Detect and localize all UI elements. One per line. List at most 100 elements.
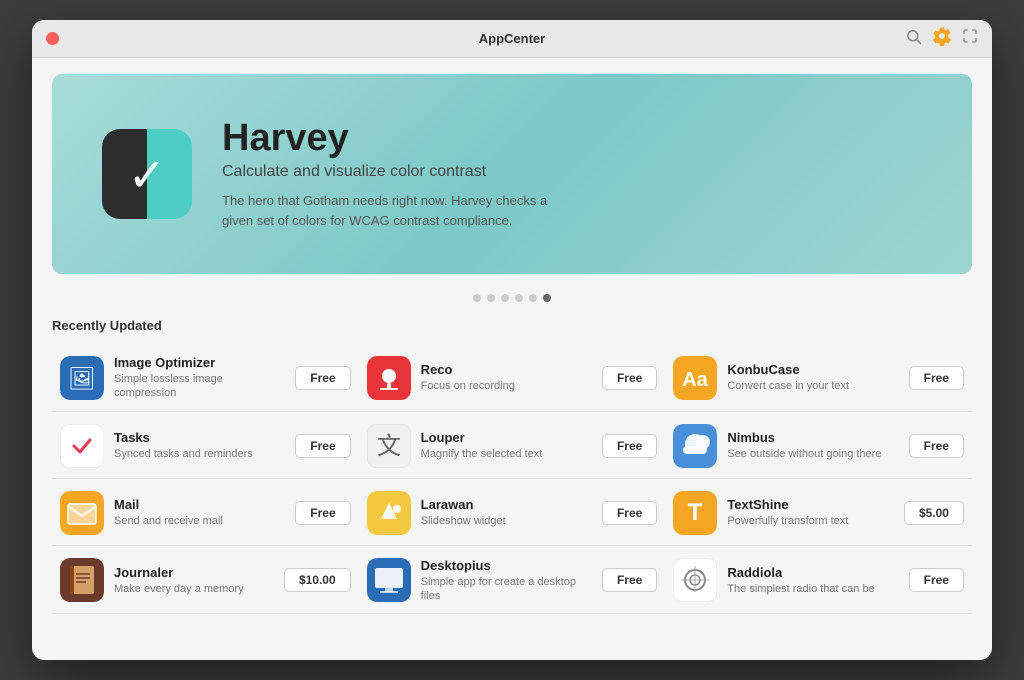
app-icon-konbucase: Aa <box>673 356 717 400</box>
hero-text: Harvey Calculate and visualize color con… <box>222 118 572 231</box>
app-desc: Magnify the selected text <box>421 447 592 461</box>
app-info: Reco Focus on recording <box>421 362 592 393</box>
app-price-button[interactable]: Free <box>909 568 964 592</box>
dot-2[interactable] <box>487 294 495 302</box>
app-name: Mail <box>114 497 285 512</box>
app-name: Raddiola <box>727 565 898 580</box>
app-item: Tasks Synced tasks and reminders Free <box>52 414 359 479</box>
app-name: Desktopius <box>421 558 592 573</box>
app-info: Journaler Make every day a memory <box>114 565 274 596</box>
main-content: ✓ Harvey Calculate and visualize color c… <box>32 58 992 660</box>
app-item: Raddiola The simplest radio that can be … <box>665 548 972 615</box>
app-info: Raddiola The simplest radio that can be <box>727 565 898 596</box>
titlebar: AppCenter <box>32 20 992 58</box>
app-item: Nimbus See outside without going there F… <box>665 414 972 479</box>
app-icon-image-optimizer: 🖼 <box>60 356 104 400</box>
app-icon-louper: 文 <box>367 424 411 468</box>
svg-text:T: T <box>688 499 703 526</box>
app-icon-mail <box>60 491 104 535</box>
app-desc: Convert case in your text <box>727 379 898 393</box>
app-info: Nimbus See outside without going there <box>727 430 898 461</box>
app-name: Tasks <box>114 430 285 445</box>
app-item: Larawan Slideshow widget Free <box>359 481 666 546</box>
app-name: Journaler <box>114 565 274 580</box>
app-price-button[interactable]: Free <box>909 434 964 458</box>
hero-subtitle: Calculate and visualize color contrast <box>222 163 572 181</box>
hero-description: The hero that Gotham needs right now. Ha… <box>222 191 572 230</box>
app-icon-larawan <box>367 491 411 535</box>
app-icon-textshine: T <box>673 491 717 535</box>
app-item: 🖼 Image Optimizer Simple lossless image … <box>52 345 359 412</box>
app-price-button[interactable]: Free <box>295 434 350 458</box>
settings-button[interactable] <box>932 26 952 52</box>
app-item: T TextShine Powerfully transform text $5… <box>665 481 972 546</box>
app-price-button[interactable]: Free <box>602 501 657 525</box>
app-desc: See outside without going there <box>727 447 898 461</box>
app-name: KonbuCase <box>727 362 898 377</box>
carousel-dots <box>52 294 972 302</box>
app-icon-reco <box>367 356 411 400</box>
app-info: KonbuCase Convert case in your text <box>727 362 898 393</box>
app-info: Tasks Synced tasks and reminders <box>114 430 285 461</box>
app-price-button[interactable]: $5.00 <box>904 501 964 525</box>
app-desc: Make every day a memory <box>114 582 274 596</box>
app-desc: Slideshow widget <box>421 514 592 528</box>
app-name: Larawan <box>421 497 592 512</box>
app-desc: Powerfully transform text <box>727 514 894 528</box>
app-icon-nimbus <box>673 424 717 468</box>
app-price-button[interactable]: Free <box>295 366 350 390</box>
app-icon-tasks <box>60 424 104 468</box>
app-desc: Simple app for create a desktop files <box>421 575 592 604</box>
svg-text:🖼: 🖼 <box>68 366 96 391</box>
app-price-button[interactable]: $10.00 <box>284 568 351 592</box>
app-item: Journaler Make every day a memory $10.00 <box>52 548 359 615</box>
app-name: Reco <box>421 362 592 377</box>
app-desc: The simplest radio that can be <box>727 582 898 596</box>
section-title: Recently Updated <box>52 318 972 333</box>
dot-1[interactable] <box>473 294 481 302</box>
app-desc: Send and receive mail <box>114 514 285 528</box>
search-button[interactable] <box>905 28 922 50</box>
app-price-button[interactable]: Free <box>602 434 657 458</box>
app-price-button[interactable]: Free <box>295 501 350 525</box>
app-name: Image Optimizer <box>114 355 285 370</box>
app-info: Mail Send and receive mail <box>114 497 285 528</box>
titlebar-actions <box>905 26 978 52</box>
fullscreen-button[interactable] <box>962 28 978 49</box>
svg-text:文: 文 <box>377 433 401 460</box>
app-item: Reco Focus on recording Free <box>359 345 666 412</box>
app-info: TextShine Powerfully transform text <box>727 497 894 528</box>
app-price-button[interactable]: Free <box>602 366 657 390</box>
app-info: Louper Magnify the selected text <box>421 430 592 461</box>
app-desc: Simple lossless image compression <box>114 372 285 401</box>
app-icon-journaler <box>60 558 104 602</box>
dot-4[interactable] <box>515 294 523 302</box>
app-info: Desktopius Simple app for create a deskt… <box>421 558 592 604</box>
harvey-icon: ✓ <box>102 129 192 219</box>
dot-5[interactable] <box>529 294 537 302</box>
app-window: AppCenter ✓ <box>32 20 992 660</box>
app-name: TextShine <box>727 497 894 512</box>
svg-text:Aa: Aa <box>683 369 709 391</box>
hero-banner: ✓ Harvey Calculate and visualize color c… <box>52 74 972 274</box>
app-icon-raddiola <box>673 558 717 602</box>
window-title: AppCenter <box>479 31 545 46</box>
apps-grid: 🖼 Image Optimizer Simple lossless image … <box>52 345 972 614</box>
app-icon-desktopius <box>367 558 411 602</box>
app-item: Aa KonbuCase Convert case in your text F… <box>665 345 972 412</box>
app-item: Mail Send and receive mail Free <box>52 481 359 546</box>
app-desc: Synced tasks and reminders <box>114 447 285 461</box>
app-price-button[interactable]: Free <box>909 366 964 390</box>
app-name: Nimbus <box>727 430 898 445</box>
dot-6[interactable] <box>543 294 551 302</box>
app-desc: Focus on recording <box>421 379 592 393</box>
app-info: Larawan Slideshow widget <box>421 497 592 528</box>
app-price-button[interactable]: Free <box>602 568 657 592</box>
hero-app-name: Harvey <box>222 118 572 160</box>
app-info: Image Optimizer Simple lossless image co… <box>114 355 285 401</box>
app-item: Desktopius Simple app for create a deskt… <box>359 548 666 615</box>
app-name: Louper <box>421 430 592 445</box>
close-button[interactable] <box>46 32 59 45</box>
dot-3[interactable] <box>501 294 509 302</box>
app-item: 文 Louper Magnify the selected text Free <box>359 414 666 479</box>
